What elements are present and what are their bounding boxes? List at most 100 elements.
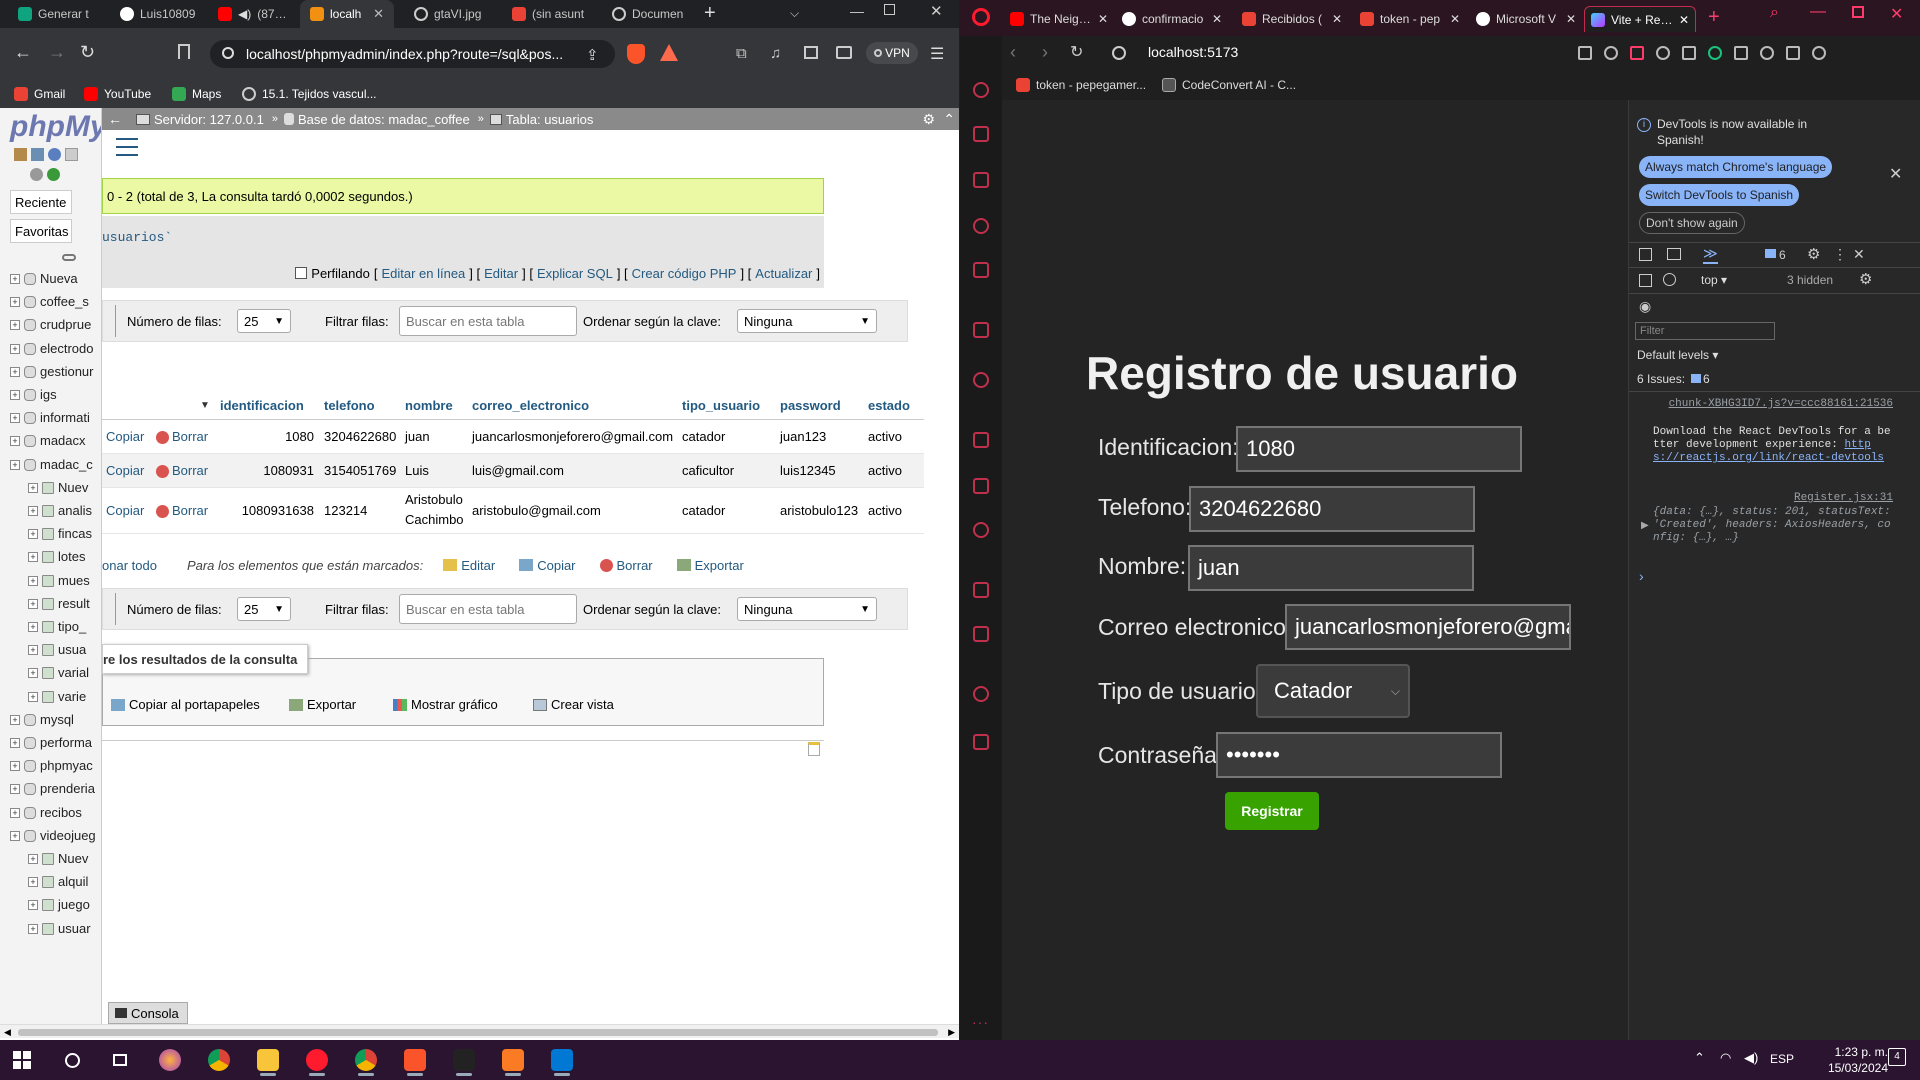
tree-item[interactable]: + usua [0,639,101,662]
tree-item[interactable]: + Nueva [0,268,101,291]
back-button[interactable]: ← [14,42,32,63]
console-toggle[interactable]: Consola [108,1002,188,1024]
tab-github[interactable]: Luis10809 [110,0,206,28]
expand-icon[interactable]: + [10,761,20,772]
create-php-link[interactable]: Crear código PHP [632,266,737,281]
taskbar-app-button[interactable] [152,1044,188,1076]
new-tab-button[interactable]: + [1708,6,1720,29]
tree-item[interactable]: + juego [0,894,101,917]
send-icon[interactable] [1656,46,1670,60]
tree-item[interactable]: + videojueg [0,825,101,848]
expand-icon[interactable]: + [10,784,20,795]
search-page-icon[interactable] [1578,46,1592,60]
select-tipo-usuario[interactable]: Catador ⌵ [1256,664,1410,718]
tab-microsoft[interactable]: Microsoft V ✕ [1470,6,1582,32]
delete-row-link[interactable]: Borrar [172,503,208,518]
close-tab-icon[interactable]: ✕ [1332,12,1342,26]
log2-source-link[interactable]: Register.jsx:31 [1653,492,1893,504]
download-icon[interactable] [1760,46,1774,60]
expand-icon[interactable]: + [10,343,20,354]
tree-item[interactable]: + crudprue [0,314,101,337]
tray-overflow-icon[interactable]: ⌃ [1694,1050,1705,1066]
brave-rewards-icon[interactable] [660,44,678,61]
sidebar-more-icon[interactable]: ··· [972,1014,989,1030]
extensions-icon[interactable]: ⧉ [736,45,747,62]
tab-youtube[interactable]: ◀) (87) P [208,0,298,28]
expand-icon[interactable]: + [28,529,38,540]
close-tab-icon[interactable]: ✕ [1566,12,1576,26]
filter-rows-input-bottom[interactable]: Buscar en esta tabla [399,594,577,624]
register-button[interactable]: Registrar [1225,792,1319,830]
tab-token[interactable]: token - pep ✕ [1354,6,1466,32]
table-row[interactable]: Copiar Borrar 1080931638 123214 Aristobulo ar… [102,488,924,534]
expand-icon[interactable]: + [10,830,20,841]
site-info-icon[interactable] [222,47,234,59]
always-match-language-button[interactable]: Always match Chrome's language [1639,156,1833,178]
context-select[interactable]: top ▾ [1701,273,1727,287]
expand-icon[interactable]: + [28,552,38,563]
tree-item[interactable]: + alquil [0,871,101,894]
profiling-checkbox[interactable] [295,267,308,279]
tiktok-icon[interactable] [973,372,989,388]
gx-control-icon[interactable] [973,82,989,98]
sidebar-icon[interactable] [804,46,818,59]
settings-gear-icon[interactable]: ⚙ [922,111,935,128]
reload-button[interactable]: ↻ [1070,42,1083,62]
tab-the-neighbourhood[interactable]: The Neighb ✕ [1004,6,1114,32]
col-tipo-usuario[interactable]: tipo_usuario [682,398,760,413]
sort-desc-icon[interactable]: ▼ [200,400,210,411]
copy-row-link[interactable]: Copiar [106,503,144,518]
favorite-tables-button[interactable]: Favoritas [10,219,72,243]
bookmark-gmail[interactable]: Gmail [14,80,65,108]
expand-icon[interactable]: + [28,598,38,609]
collapse-top-icon[interactable]: ⌃ [943,111,955,128]
tab-generar[interactable]: Generar t [8,0,108,28]
expand-icon[interactable]: + [10,320,20,331]
recent-tables-button[interactable]: Reciente [10,190,72,214]
menu-icon[interactable]: ☰ [930,44,944,64]
reload-nav-icon[interactable] [47,168,60,181]
new-tab-button[interactable]: + [704,2,716,25]
reload-button[interactable]: ↻ [80,42,95,63]
media-icon[interactable]: ♫ [770,45,781,62]
telegram-icon[interactable] [973,478,989,494]
console-filter-input[interactable]: Filter [1635,322,1775,340]
bulk-copy-button[interactable]: Copiar [537,558,575,573]
taskbar-app-button[interactable] [446,1044,482,1076]
heart-icon[interactable] [1682,46,1696,60]
tab-gtavi[interactable]: gtaVI.jpg [404,0,500,28]
twitch-icon[interactable] [973,218,989,234]
inspect-element-icon[interactable] [1639,248,1652,261]
console-settings-icon[interactable]: ⚙ [1859,270,1872,288]
tree-item[interactable]: + varie [0,686,101,709]
tab-vite-react[interactable]: Vite + React ✕ [1584,6,1696,32]
taskbar-app-button[interactable] [201,1044,237,1076]
col-correo[interactable]: correo_electronico [472,398,589,413]
bookmark-youtube[interactable]: YouTube [84,80,151,108]
hamburger-menu-icon[interactable] [116,138,138,156]
rows-per-page-select-bottom[interactable]: 25 ▼ [237,597,291,621]
tree-item[interactable]: + mysql [0,709,101,732]
discord-icon[interactable] [973,522,989,538]
taskbar-app-button[interactable] [348,1044,384,1076]
note-icon[interactable] [808,742,820,756]
tree-item[interactable]: + coffee_s [0,291,101,314]
expand-icon[interactable]: + [28,691,38,702]
tree-item[interactable]: + lotes [0,546,101,569]
expand-icon[interactable]: + [10,714,20,725]
explain-sql-link[interactable]: Explicar SQL [537,266,613,281]
tab-document[interactable]: Documen [602,0,702,28]
expand-icon[interactable]: + [10,390,20,400]
tree-item[interactable]: + mues [0,570,101,593]
expand-icon[interactable]: + [28,482,38,493]
close-tab-icon[interactable]: ✕ [1679,13,1689,27]
tree-item[interactable]: + electrodo [0,338,101,361]
bag-icon[interactable] [973,172,989,188]
taskbar-app-button[interactable] [299,1044,335,1076]
expand-icon[interactable]: + [28,668,38,679]
tree-item[interactable]: + phpmyac [0,755,101,778]
sort-by-key-select[interactable]: Ninguna ▼ [737,309,877,333]
address-bar[interactable]: localhost:5173 [1148,44,1238,60]
globe-icon[interactable] [1112,46,1126,60]
breadcrumb-table[interactable]: Tabla: usuarios [506,112,593,127]
